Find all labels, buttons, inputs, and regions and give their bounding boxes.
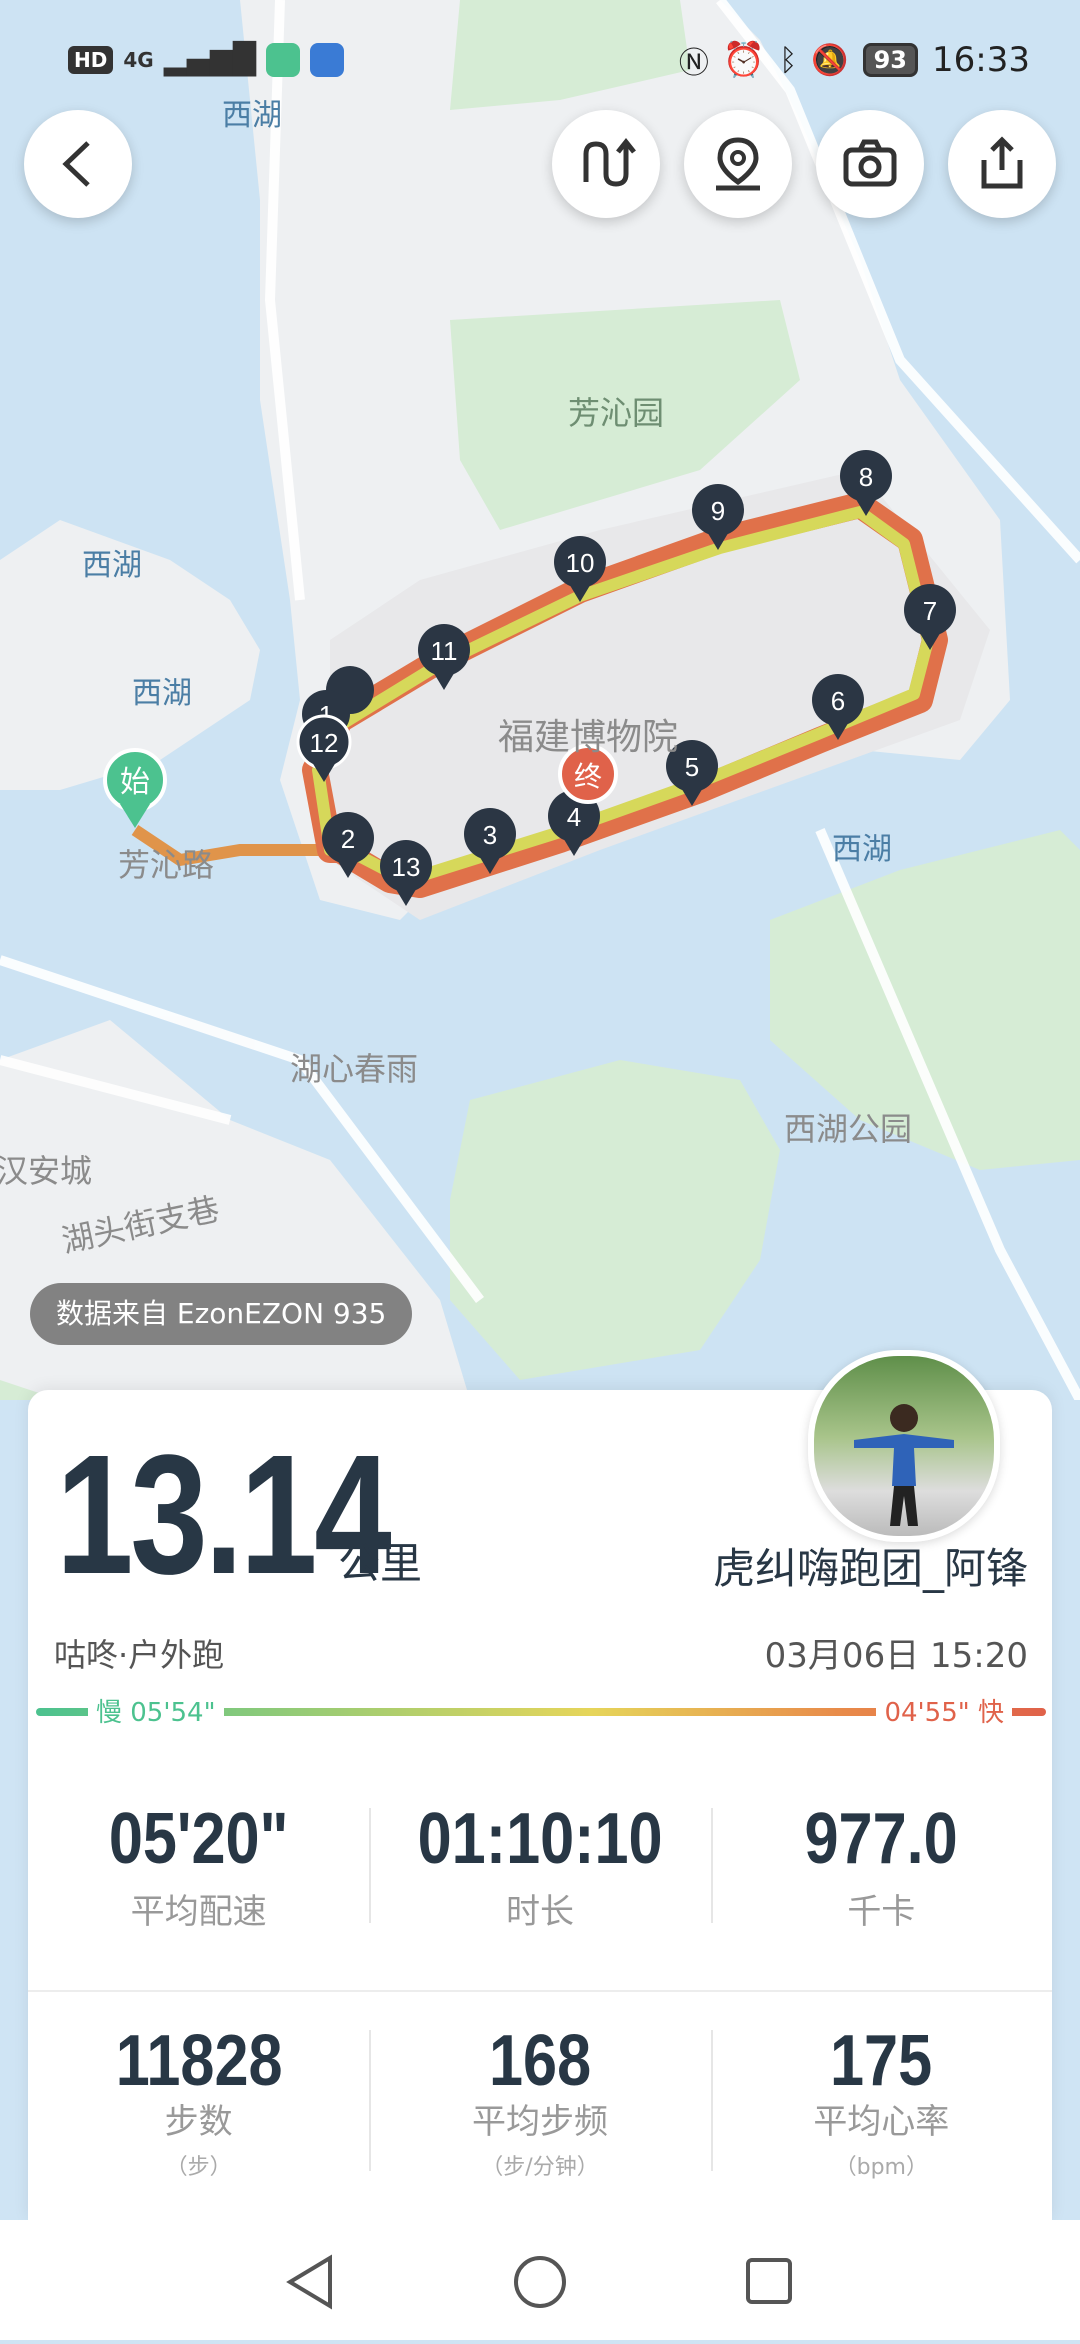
activity-datetime: 03月06日 15:20 [764,1636,1028,1676]
data-source-badge: 数据来自 EzonEZON 935 [30,1283,413,1345]
stat-calories: 977.0 千卡 [710,1798,1052,1933]
map-label-west-lake-park: 西湖公园 [784,1110,913,1148]
stat-steps: 11828 步数 （步） [28,2020,369,2181]
stat-avg-pace: 05'20" 平均配速 [28,1798,369,1933]
share-button[interactable] [948,110,1056,218]
route-icon [583,137,636,187]
status-bar: HD 4G ▂▄▆█ Ⓝ ⏰ ᛒ 🔕 93 16:33 [0,0,1080,120]
alarm-icon: ⏰ [722,40,766,80]
stats-row-primary: 05'20" 平均配速 01:10:10 时长 977.0 千卡 [28,1798,1052,1933]
bluetooth-icon: ᛒ [779,42,798,78]
svg-text:始: 始 [120,765,150,800]
hd-indicator: HD [68,45,114,74]
route-replay-button[interactable] [552,110,660,218]
app-notification-icon [265,42,300,77]
distance-unit: 公里 [338,1539,423,1588]
map-label-fangqin-garden: 芳沁园 [568,394,665,432]
svg-text:11: 11 [431,636,458,666]
svg-text:5: 5 [685,752,699,782]
signal-icon: ▂▄▆█ [163,42,256,77]
stats-row-secondary: 11828 步数 （步） 168 平均步频 （步/分钟） 175 平均心率 （b… [28,2020,1052,2181]
stat-unit: （bpm） [834,2155,928,2180]
home-nav-button[interactable] [514,2256,566,2308]
map-label-west-lake: 西湖 [832,832,892,867]
svg-text:8: 8 [859,462,873,492]
share-icon [981,136,1023,189]
stat-label: 平均配速 [130,1892,267,1932]
location-button[interactable] [684,110,792,218]
stat-heart-rate: 175 平均心率 （bpm） [710,2020,1052,2181]
svg-text:4: 4 [567,802,581,832]
map-label-museum: 福建博物院 [498,717,679,758]
map-pin-icon [716,137,760,191]
pace-fast-label: 04'55" 快 [876,1692,1012,1729]
stat-value: 175 [830,2021,933,2101]
back-nav-button[interactable] [286,2254,332,2310]
battery-indicator: 93 [862,43,919,77]
map-label-city: 汉安城 [0,1152,93,1190]
camera-button[interactable] [816,110,924,218]
svg-text:7: 7 [923,596,937,626]
svg-text:13: 13 [392,852,421,882]
svg-text:终: 终 [574,760,602,793]
stat-value: 01:10:10 [417,1799,663,1879]
username[interactable]: 虎纠嗨跑团_阿锋 [713,1535,1028,1596]
nfc-icon: Ⓝ [678,46,709,81]
pace-slow-label: 慢 05'54" [88,1692,224,1729]
divider [28,1990,1052,1992]
stat-label: 时长 [505,1892,574,1932]
map-label-west-lake: 西湖 [132,676,192,711]
map-label-lake-heart: 湖心春雨 [290,1050,419,1088]
system-navigation-bar [0,2220,1080,2340]
map-label-west-lake: 西湖 [82,548,142,583]
stat-cadence: 168 平均步频 （步/分钟） [369,2020,710,2181]
svg-text:10: 10 [566,548,595,578]
run-notification-icon [309,42,344,77]
mute-icon: 🔕 [811,42,849,78]
signal-indicator: 4G [123,47,154,72]
stat-duration: 01:10:10 时长 [369,1798,710,1933]
svg-text:6: 6 [831,686,845,716]
svg-text:9: 9 [711,496,725,526]
camera-icon [843,139,897,187]
svg-text:3: 3 [483,820,497,850]
back-button[interactable] [24,110,132,218]
activity-type: 咕咚·户外跑 [54,1636,225,1674]
stat-value: 168 [488,2021,592,2101]
stat-unit: （步） [165,2155,232,2180]
activity-summary-card: 13.14 公里 虎纠嗨跑团_阿锋 咕咚·户外跑 03月06日 15:20 慢 … [28,1350,1052,2220]
svg-text:2: 2 [341,824,355,854]
stat-value: 977.0 [804,1799,958,1879]
avatar[interactable] [808,1350,1000,1542]
map-label-fangqin-road: 芳沁路 [118,846,215,884]
stat-value: 05'20" [108,1799,289,1879]
stat-value: 11828 [115,2021,283,2101]
svg-text:12: 12 [310,728,339,758]
recents-nav-button[interactable] [746,2258,792,2304]
stat-unit: （步/分钟） [481,2155,599,2180]
clock: 16:33 [932,40,1030,80]
chevron-left-icon [62,141,90,187]
stat-label: 千卡 [847,1892,916,1932]
